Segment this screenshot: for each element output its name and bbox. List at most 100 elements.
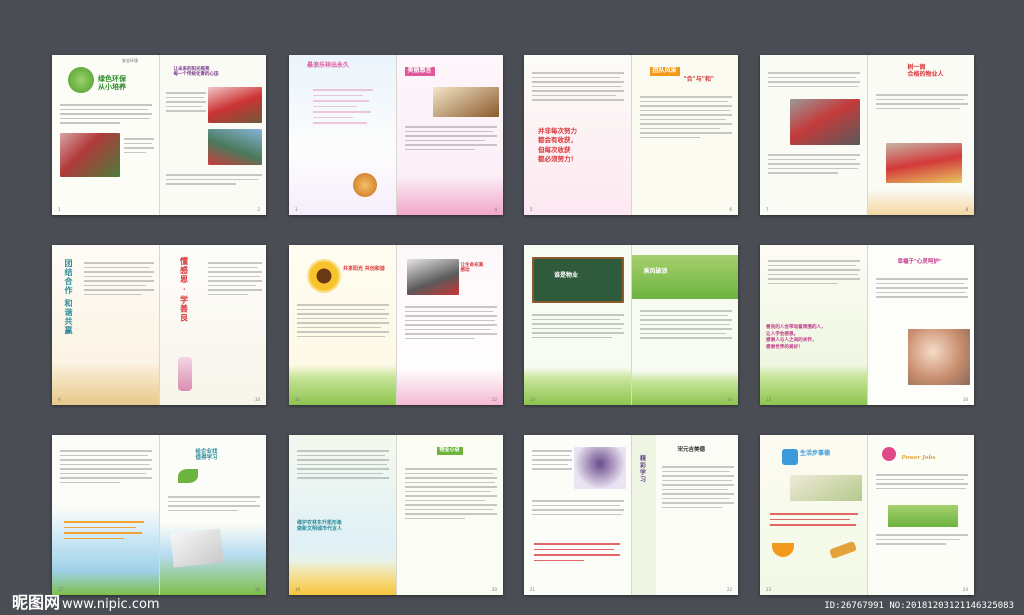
vertical-title: 懂感恩 · 学善良 <box>179 257 190 323</box>
page-number: 1 <box>58 207 61 212</box>
text-column <box>297 301 389 340</box>
page-5-left: 团结合作 和谐共赢 9 <box>52 245 160 405</box>
text-column <box>532 69 624 104</box>
brochure-spread-3[interactable]: 并非每次努力 都会有收获， 但每次收获 都必须努力！ 5 团队风采 "合"与"和… <box>524 55 738 215</box>
text-column <box>124 135 154 156</box>
book-photo <box>432 87 499 117</box>
brochure-spread-8[interactable]: 善良的人会带动着周围的人， 让人学会感恩。 感谢人与人之间的关怀， 感谢世界的美… <box>760 245 974 405</box>
vertical-title: 团结合作 和谐共赢 <box>64 259 74 335</box>
brochure-spread-2[interactable]: 悬浪乐祥出永久 3 美丽感言 4 <box>289 55 503 215</box>
text-column <box>84 259 154 298</box>
group-photo <box>60 133 120 177</box>
page-subtitle: 让未来的阳光照亮 每一个传统化青的心田 <box>173 67 219 78</box>
text-column <box>768 151 860 177</box>
section-badge: 乘风破浪 <box>643 268 668 275</box>
brochure-spread-6[interactable]: 共享阳光 共创和谐 11 让生命充满 感动 12 <box>289 245 503 405</box>
event-photo <box>207 87 262 123</box>
text-column <box>532 497 624 518</box>
spread-title: 悬浪乐祥出永久 <box>307 62 350 69</box>
page-number: 3 <box>295 207 298 212</box>
quote-text: 善良的人会带动着周围的人， 让人学会感恩。 感谢人与人之间的关怀， 感谢世界的美… <box>766 325 826 350</box>
page-number: 4 <box>494 207 497 212</box>
page-8-right: 幸福于"心灵呵护" 16 <box>867 245 974 405</box>
page-9-left: 17 <box>52 435 160 595</box>
highlight-text <box>534 539 620 565</box>
page-5-right: 懂感恩 · 学善良 10 <box>159 245 266 405</box>
text-column <box>768 69 860 90</box>
text-column <box>875 275 968 301</box>
spread-title: 幸福于"心灵呵护" <box>897 259 942 265</box>
page-number: 5 <box>530 207 533 212</box>
brochure-spread-10[interactable]: 维护农林东升凯形象 做新文明城市代言人 19 物业心语 20 <box>289 435 503 595</box>
text-column <box>639 307 732 342</box>
page-7-right: 乘风破浪 14 <box>631 245 738 405</box>
brochure-spread-7[interactable]: 谁是物业 13 乘风破浪 14 <box>524 245 738 405</box>
spread-title: 共享阳光 共创和谐 <box>343 266 385 272</box>
brochure-spread-1[interactable]: 安全环境 绿色环保 从小培养 1 让未来的阳光照亮 每一个传统化青的心田 2 <box>52 55 266 215</box>
text-column <box>875 531 968 548</box>
brochure-spread-5[interactable]: 团结合作 和谐共赢 9 懂感恩 · 学善良 10 <box>52 245 266 405</box>
page-6-left: 共享阳光 共创和谐 11 <box>289 245 397 405</box>
page-header: 安全环境 <box>122 58 138 63</box>
page-3-right: 团队风采 "合"与"和" 6 <box>631 55 738 215</box>
page-number: 23 <box>766 587 772 592</box>
page-2-left: 悬浪乐祥出永久 3 <box>289 55 397 215</box>
side-label: 精彩学习 <box>638 455 646 483</box>
spread-title: 宋元吉美德 <box>677 447 706 453</box>
page-10-left: 维护农林东升凯形象 做新文明城市代言人 19 <box>289 435 397 595</box>
text-column <box>532 447 572 473</box>
text-column <box>60 101 152 127</box>
staff-photo <box>885 143 962 183</box>
brochure-spread-12[interactable]: 生活步事德 23 Power Jobs 24 <box>760 435 974 595</box>
page-12-right: Power Jobs 24 <box>867 435 974 595</box>
page-4-left: 7 <box>760 55 868 215</box>
page-4-right: 树一面 合格的物业人 8 <box>867 55 974 215</box>
banner-image <box>631 255 738 299</box>
page-1-left: 安全环境 绿色环保 从小培养 1 <box>52 55 160 215</box>
page-11-left: 21 <box>524 435 632 595</box>
text-column <box>875 471 968 492</box>
section-badge: 团队风采 <box>649 67 680 76</box>
page-number: 6 <box>729 207 732 212</box>
highlight-text <box>770 509 858 530</box>
food-icon <box>829 540 857 560</box>
page-number: 12 <box>491 397 497 402</box>
slogan-text: 维护农林东升凯形象 做新文明城市代言人 <box>297 520 343 532</box>
section-badge: 物业心语 <box>436 447 463 455</box>
motto-text: 并非每次努力 都会有收获， 但每次收获 都必须努力！ <box>538 127 577 164</box>
brochure-spread-9[interactable]: 17 给企业找 值得学习 18 <box>52 435 266 595</box>
grass-decor <box>524 367 631 405</box>
floral-decor <box>396 369 503 405</box>
page-6-right: 让生命充满 感动 12 <box>396 245 503 405</box>
brochure-spread-4[interactable]: 7 树一面 合格的物业人 8 <box>760 55 974 215</box>
team-photo <box>790 99 860 145</box>
child-photo <box>907 329 970 385</box>
page-subtitle: "合"与"和" <box>683 76 715 83</box>
poem-column <box>313 85 379 128</box>
flower-field <box>760 365 867 405</box>
page-8-left: 善良的人会带动着周围的人， 让人学会感恩。 感谢人与人之间的关怀， 感谢世界的美… <box>760 245 868 405</box>
english-title: Power Jobs <box>901 455 936 461</box>
brochure-spread-11[interactable]: 21 精彩学习 宋元吉美德 22 <box>524 435 738 595</box>
page-number: 22 <box>726 587 732 592</box>
text-column <box>165 171 262 188</box>
family-illustration <box>289 365 396 405</box>
text-column <box>404 123 497 153</box>
page-2-right: 美丽感言 4 <box>396 55 503 215</box>
page-number: 7 <box>766 207 769 212</box>
page-number: 21 <box>530 587 536 592</box>
grass-decor <box>631 371 738 405</box>
page-number: 19 <box>295 587 301 592</box>
page-number: 9 <box>58 397 61 402</box>
pen-photo <box>406 259 459 295</box>
sunflower-field <box>289 561 396 595</box>
bowl-icon <box>772 543 794 557</box>
chalkboard-image <box>532 257 624 303</box>
page-number: 20 <box>491 587 497 592</box>
section-badge: 美丽感言 <box>404 67 435 76</box>
page-11-right: 精彩学习 宋元吉美德 22 <box>631 435 738 595</box>
page-number: 24 <box>962 587 968 592</box>
watermark-logo: 昵图网 <box>12 593 61 612</box>
spread-title: 给企业找 值得学习 <box>195 449 218 462</box>
vase-icon <box>177 357 192 391</box>
